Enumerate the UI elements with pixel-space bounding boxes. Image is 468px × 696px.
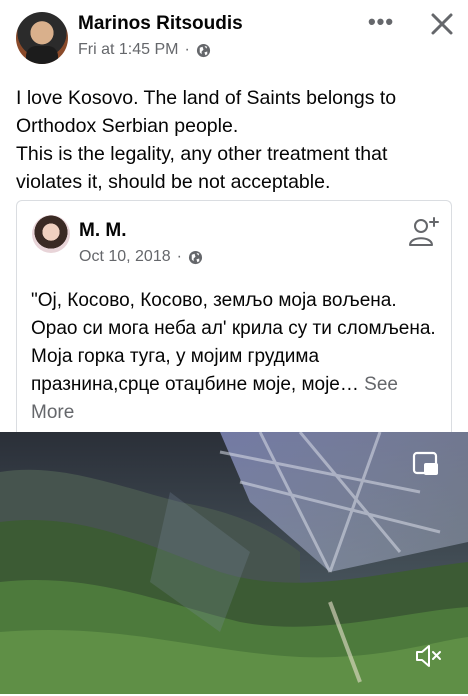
meta-separator: · (184, 41, 190, 58)
meta-separator: · (176, 248, 182, 265)
shared-post-meta: Oct 10, 2018 · (79, 248, 203, 266)
globe-icon (188, 250, 203, 264)
shared-timestamp[interactable]: Oct 10, 2018 (79, 248, 171, 266)
post-meta: Fri at 1:45 PM · (78, 41, 211, 59)
muted-speaker-icon[interactable] (414, 642, 442, 670)
shared-author-name[interactable]: M. M. (79, 220, 127, 242)
video-player[interactable] (0, 432, 468, 694)
post-timestamp[interactable]: Fri at 1:45 PM (78, 41, 178, 59)
author-avatar[interactable] (16, 12, 68, 64)
post-text-line: This is the legality, any other treatmen… (16, 143, 388, 193)
video-frame (0, 432, 468, 694)
more-dots-icon[interactable]: ••• (366, 10, 396, 34)
post-body: I love Kosovo. The land of Saints belong… (16, 84, 456, 196)
close-icon[interactable] (428, 10, 456, 38)
post-text-line: I love Kosovo. The land of Saints belong… (16, 87, 397, 137)
globe-icon (196, 43, 210, 57)
post-header: Marinos Ritsoudis Fri at 1:45 PM · ••• (0, 0, 468, 72)
author-name[interactable]: Marinos Ritsoudis (78, 13, 243, 35)
add-friend-icon[interactable] (408, 215, 440, 247)
shared-author-avatar[interactable] (32, 215, 70, 253)
picture-in-picture-icon[interactable] (412, 450, 440, 478)
shared-post-card[interactable]: M. M. Oct 10, 2018 · "Ој, Косово, Косово… (16, 200, 452, 432)
shared-post-text: "Ој, Косово, Косово, земљо моја вољена. … (31, 287, 445, 427)
